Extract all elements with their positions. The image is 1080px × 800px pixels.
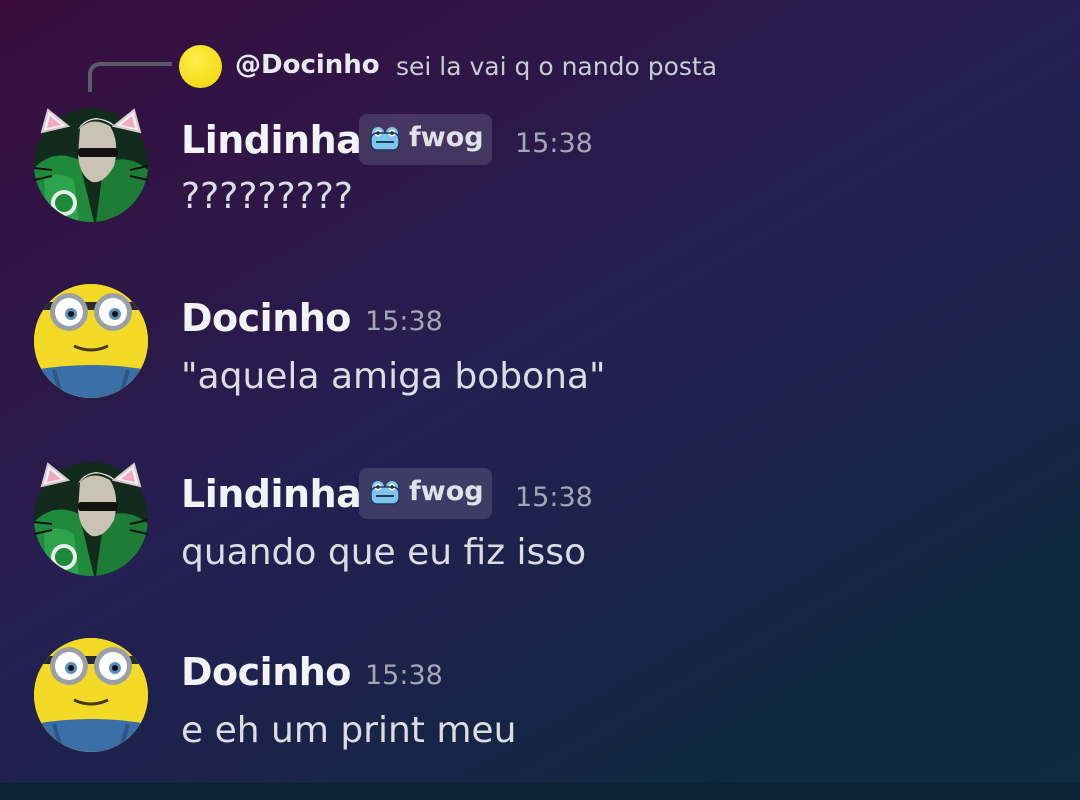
avatar[interactable] — [34, 462, 148, 576]
role-tag-label: fwog — [409, 476, 484, 507]
reply-avatar — [179, 45, 222, 88]
reply-text[interactable]: sei la vai q o nando posta — [396, 52, 717, 81]
message-author[interactable]: Lindinha — [181, 472, 362, 516]
role-tag[interactable]: fwog — [359, 468, 492, 519]
message-item[interactable]: Docinho 15:38 "aquela amiga bobona" — [0, 284, 1080, 404]
message-author[interactable]: Docinho — [181, 296, 351, 340]
reply-connector-line — [88, 62, 172, 92]
message-content: quando que eu fiz isso — [181, 532, 587, 573]
avatar[interactable] — [34, 108, 148, 222]
avatar[interactable] — [34, 284, 148, 398]
message-item[interactable]: Docinho 15:38 e eh um print meu — [0, 638, 1080, 758]
frog-icon — [370, 480, 400, 505]
message-author[interactable]: Lindinha — [181, 118, 362, 162]
message-content: ????????? — [181, 176, 353, 217]
message-timestamp: 15:38 — [365, 660, 443, 691]
role-tag[interactable]: fwog — [359, 114, 492, 165]
message-item[interactable]: Lindinha fwog 15:38 ????????? — [0, 108, 1080, 228]
message-item[interactable]: Lindinha fwog 15:38 quando que eu fiz is… — [0, 462, 1080, 582]
message-content: e eh um print meu — [181, 710, 517, 751]
bottom-band — [0, 783, 1080, 800]
message-timestamp: 15:38 — [515, 128, 593, 159]
frog-icon — [370, 126, 400, 151]
message-content: "aquela amiga bobona" — [181, 356, 606, 397]
avatar[interactable] — [34, 638, 148, 752]
message-author[interactable]: Docinho — [181, 650, 351, 694]
message-timestamp: 15:38 — [365, 306, 443, 337]
message-timestamp: 15:38 — [515, 482, 593, 513]
reply-author[interactable]: @Docinho — [235, 50, 380, 80]
role-tag-label: fwog — [409, 122, 484, 153]
